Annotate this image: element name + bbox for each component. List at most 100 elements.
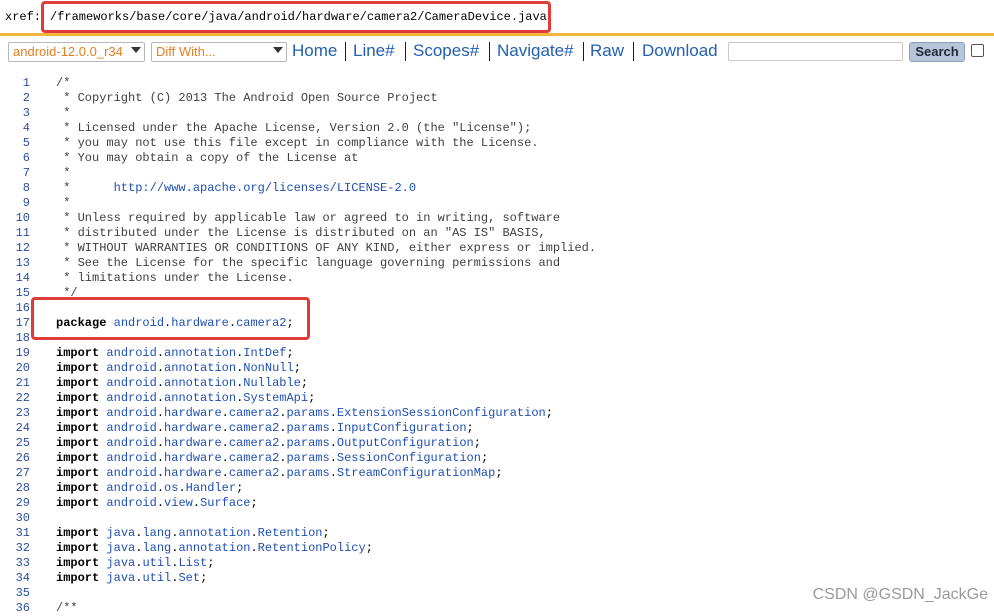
import-segment-link[interactable]: android [106, 496, 156, 510]
line-number-link[interactable]: 35 [0, 586, 30, 601]
import-segment-link[interactable]: OutputConfiguration [337, 436, 474, 450]
line-number-link[interactable]: 20 [0, 361, 30, 376]
diff-with-select[interactable]: Diff With... [151, 42, 287, 62]
line-number-link[interactable]: 11 [0, 226, 30, 241]
line-number-link[interactable]: 28 [0, 481, 30, 496]
line-number-link[interactable]: 24 [0, 421, 30, 436]
import-segment-link[interactable]: camera2 [229, 451, 279, 465]
import-segment-link[interactable]: util [142, 556, 171, 570]
import-segment-link[interactable]: Retention [258, 526, 323, 540]
import-segment-link[interactable]: camera2 [229, 466, 279, 480]
line-number-link[interactable]: 17 [0, 316, 30, 331]
line-number-link[interactable]: 36 [0, 601, 30, 616]
import-segment-link[interactable]: params [286, 466, 329, 480]
line-number-link[interactable]: 16 [0, 301, 30, 316]
line-number-link[interactable]: 5 [0, 136, 30, 151]
import-segment-link[interactable]: ExtensionSessionConfiguration [337, 406, 546, 420]
import-segment-link[interactable]: hardware [164, 406, 222, 420]
line-number-link[interactable]: 1 [0, 76, 30, 91]
line-number-link[interactable]: 32 [0, 541, 30, 556]
import-segment-link[interactable]: Nullable [243, 376, 301, 390]
import-segment-link[interactable]: os [164, 481, 178, 495]
line-number-link[interactable]: 4 [0, 121, 30, 136]
import-segment-link[interactable]: params [286, 406, 329, 420]
import-segment-link[interactable]: android [106, 346, 156, 360]
line-number-link[interactable]: 2 [0, 91, 30, 106]
line-number-link[interactable]: 25 [0, 436, 30, 451]
import-segment-link[interactable]: List [178, 556, 207, 570]
line-number-link[interactable]: 30 [0, 511, 30, 526]
search-button[interactable]: Search [909, 42, 965, 62]
license-url-link[interactable]: http://www.apache.org/licenses/LICENSE-2… [114, 181, 416, 195]
import-segment-link[interactable]: annotation [178, 526, 250, 540]
import-segment-link[interactable]: lang [142, 541, 171, 555]
line-number-link[interactable]: 23 [0, 406, 30, 421]
line-number-link[interactable]: 29 [0, 496, 30, 511]
import-segment-link[interactable]: android [106, 451, 156, 465]
import-segment-link[interactable]: camera2 [229, 436, 279, 450]
import-segment-link[interactable]: java [106, 571, 135, 585]
import-segment-link[interactable]: java [106, 541, 135, 555]
import-segment-link[interactable]: view [164, 496, 193, 510]
line-number-link[interactable]: 22 [0, 391, 30, 406]
import-segment-link[interactable]: camera2 [229, 421, 279, 435]
import-segment-link[interactable]: android [106, 421, 156, 435]
line-number-link[interactable]: 7 [0, 166, 30, 181]
line-number-link[interactable]: 12 [0, 241, 30, 256]
import-segment-link[interactable]: InputConfiguration [337, 421, 467, 435]
navigate-link[interactable]: Navigate# [497, 41, 574, 61]
scopes-link[interactable]: Scopes# [413, 41, 479, 61]
line-number-link[interactable]: 15 [0, 286, 30, 301]
line-number-link[interactable]: 34 [0, 571, 30, 586]
home-link[interactable]: Home [292, 41, 337, 61]
import-segment-link[interactable]: Handler [186, 481, 236, 495]
search-input[interactable] [728, 42, 903, 61]
import-segment-link[interactable]: annotation [164, 346, 236, 360]
import-segment-link[interactable]: android [106, 481, 156, 495]
search-option-checkbox[interactable] [971, 44, 984, 57]
import-segment-link[interactable]: annotation [164, 376, 236, 390]
import-segment-link[interactable]: params [286, 436, 329, 450]
import-segment-link[interactable]: annotation [178, 541, 250, 555]
import-segment-link[interactable]: android [106, 406, 156, 420]
line-number-link[interactable]: 19 [0, 346, 30, 361]
import-segment-link[interactable]: params [286, 421, 329, 435]
import-segment-link[interactable]: java [106, 556, 135, 570]
line-number-link[interactable]: 18 [0, 331, 30, 346]
import-segment-link[interactable]: android [106, 391, 156, 405]
import-segment-link[interactable]: android [106, 361, 156, 375]
import-segment-link[interactable]: lang [142, 526, 171, 540]
import-segment-link[interactable]: SessionConfiguration [337, 451, 481, 465]
line-number-link[interactable]: 26 [0, 451, 30, 466]
line-number-link[interactable]: 13 [0, 256, 30, 271]
import-segment-link[interactable]: util [142, 571, 171, 585]
import-segment-link[interactable]: NonNull [243, 361, 293, 375]
line-number-link[interactable]: 27 [0, 466, 30, 481]
import-segment-link[interactable]: params [286, 451, 329, 465]
raw-link[interactable]: Raw [590, 41, 624, 61]
import-segment-link[interactable]: android [106, 436, 156, 450]
line-number-link[interactable]: 10 [0, 211, 30, 226]
line-numbers-link[interactable]: Line# [353, 41, 395, 61]
import-segment-link[interactable]: hardware [164, 451, 222, 465]
import-segment-link[interactable]: java [106, 526, 135, 540]
line-number-link[interactable]: 14 [0, 271, 30, 286]
import-segment-link[interactable]: SystemApi [243, 391, 308, 405]
line-number-link[interactable]: 3 [0, 106, 30, 121]
import-segment-link[interactable]: hardware [164, 421, 222, 435]
line-number-link[interactable]: 9 [0, 196, 30, 211]
import-segment-link[interactable]: camera2 [229, 406, 279, 420]
download-link[interactable]: Download [642, 41, 718, 61]
line-number-link[interactable]: 8 [0, 181, 30, 196]
import-segment-link[interactable]: RetentionPolicy [258, 541, 366, 555]
import-segment-link[interactable]: android [106, 466, 156, 480]
import-segment-link[interactable]: annotation [164, 391, 236, 405]
line-number-link[interactable]: 31 [0, 526, 30, 541]
import-segment-link[interactable]: hardware [164, 436, 222, 450]
import-segment-link[interactable]: annotation [164, 361, 236, 375]
line-number-link[interactable]: 21 [0, 376, 30, 391]
import-segment-link[interactable]: android [106, 376, 156, 390]
import-segment-link[interactable]: Surface [200, 496, 250, 510]
release-select[interactable]: android-12.0.0_r34 [8, 42, 145, 62]
import-segment-link[interactable]: hardware [164, 466, 222, 480]
